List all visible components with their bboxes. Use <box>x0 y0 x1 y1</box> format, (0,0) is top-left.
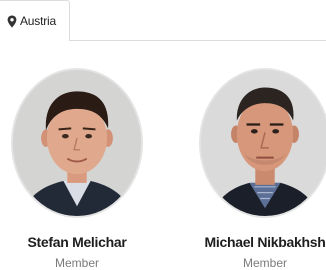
tab-austria[interactable]: Austria <box>0 0 70 41</box>
filter-tab-bar: Austria <box>0 0 326 42</box>
member-card: Michael Nikbakhsh Member <box>199 68 326 270</box>
member-name[interactable]: Stefan Melichar <box>0 234 163 250</box>
member-card: Stefan Melichar Member <box>11 68 143 270</box>
avatar[interactable] <box>11 68 143 218</box>
map-pin-icon <box>7 15 17 28</box>
member-role: Member <box>54 256 99 270</box>
member-role: Member <box>242 256 287 270</box>
tab-label: Austria <box>20 14 56 28</box>
avatar[interactable] <box>199 68 326 218</box>
tab-divider <box>70 40 326 41</box>
member-name[interactable]: Michael Nikbakhsh <box>179 234 326 250</box>
